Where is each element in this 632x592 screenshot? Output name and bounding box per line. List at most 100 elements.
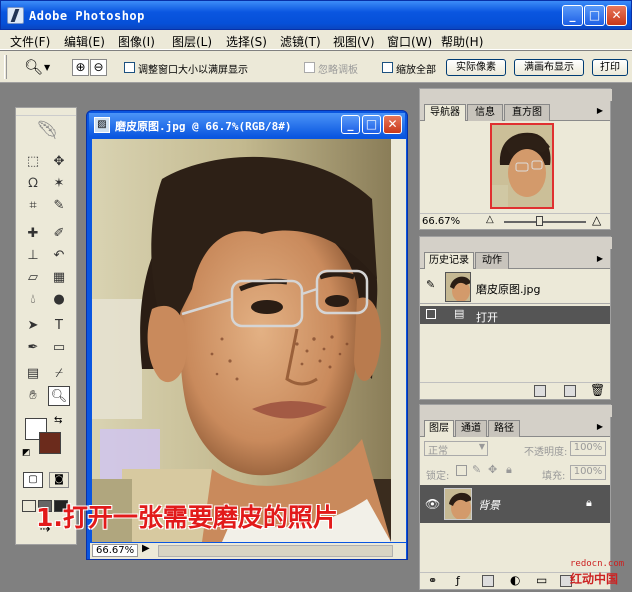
quick-mask-mode-icon[interactable]: ◙ — [49, 472, 69, 488]
resize-windows-checkbox[interactable] — [124, 62, 135, 73]
menu-select[interactable]: 选择(S) — [226, 33, 267, 50]
lock-position-icon[interactable]: ✥ — [488, 463, 497, 476]
photo-canvas[interactable] — [92, 139, 391, 542]
actual-pixels-button[interactable]: 实际像素 — [446, 59, 506, 76]
history-brush-source-icon[interactable]: ✎ — [426, 278, 435, 291]
minimize-button[interactable]: _ — [562, 5, 583, 26]
path-selection-tool-icon[interactable]: ➤ — [22, 316, 44, 336]
swap-colors-icon[interactable]: ⇆ — [54, 415, 62, 426]
standard-mode-icon[interactable]: ▢ — [23, 472, 43, 488]
zoom-tool-icon[interactable]: 🔍︎ — [24, 58, 43, 76]
tab-navigator[interactable]: 导航器 — [424, 104, 466, 121]
doc-close-button[interactable]: ✕ — [383, 115, 402, 134]
blur-tool-icon[interactable]: 💧︎ — [22, 290, 44, 310]
menu-image[interactable]: 图像(I) — [118, 33, 155, 50]
document-title: 磨皮原图.jpg @ 66.7%(RGB/8#) — [115, 120, 292, 133]
tab-paths[interactable]: 路径 — [488, 420, 520, 437]
lasso-tool-icon[interactable]: ᘯ — [22, 174, 44, 194]
layer-group-icon[interactable]: ▭ — [536, 573, 547, 587]
zoom-all-checkbox[interactable] — [382, 62, 393, 73]
new-snapshot-icon[interactable] — [564, 385, 576, 397]
resize-windows-label: 调整窗口大小以满屏显示 — [138, 65, 248, 76]
navigator-menu-icon[interactable]: ▶ — [594, 105, 606, 116]
menu-window[interactable]: 窗口(W) — [387, 33, 432, 50]
blend-mode-select[interactable]: 正常 ▼ — [424, 441, 488, 457]
navigator-zoom-slider[interactable] — [504, 221, 586, 223]
layer-style-icon[interactable]: ƒ — [456, 574, 460, 587]
horizontal-scrollbar[interactable] — [158, 545, 393, 557]
dodge-tool-icon[interactable]: ● — [48, 290, 70, 310]
menu-edit[interactable]: 编辑(E) — [64, 33, 105, 50]
history-brush-tool-icon[interactable]: ↶ — [48, 246, 70, 266]
navigator-slider-thumb[interactable] — [536, 216, 543, 226]
tab-actions[interactable]: 动作 — [475, 252, 509, 269]
adjustment-layer-icon[interactable]: ◐ — [510, 573, 520, 587]
layers-menu-icon[interactable]: ▶ — [594, 421, 606, 432]
move-tool-icon[interactable]: ✥ — [48, 152, 70, 172]
trash-icon[interactable]: 🗑︎ — [590, 383, 605, 397]
opacity-field[interactable]: 100% — [570, 441, 606, 456]
slice-tool-icon[interactable]: ✎ — [48, 196, 70, 216]
navigator-preview[interactable] — [490, 123, 554, 209]
history-state-checkbox[interactable] — [426, 309, 436, 319]
tool-preset-dropdown-icon[interactable]: ▼ — [44, 63, 50, 72]
history-footer: 🗑︎ — [420, 382, 610, 399]
history-snapshot-row[interactable]: ✎ 磨皮原图.jpg — [420, 270, 610, 304]
hand-tool-icon[interactable]: ✋︎ — [22, 386, 44, 406]
zoom-out-icon[interactable]: ⊖ — [90, 59, 107, 76]
layer-row-background[interactable]: 👁︎ 背景 🔒︎ — [420, 485, 610, 523]
menu-layer[interactable]: 图层(L) — [172, 33, 212, 50]
tab-histogram[interactable]: 直方图 — [504, 104, 550, 121]
lock-image-icon[interactable]: ✎ — [472, 463, 481, 476]
link-layers-icon[interactable]: ⚭ — [428, 574, 437, 587]
shape-tool-icon[interactable]: ▭ — [48, 338, 70, 358]
gradient-tool-icon[interactable]: ▦ — [48, 268, 70, 288]
zoom-tool-active-icon[interactable]: 🔍︎ — [48, 386, 70, 406]
tab-channels[interactable]: 通道 — [455, 420, 487, 437]
notes-tool-icon[interactable]: ▤ — [22, 364, 44, 384]
new-document-from-state-icon[interactable] — [534, 385, 546, 397]
lock-transparency-icon[interactable] — [456, 465, 467, 476]
doc-maximize-button[interactable]: □ — [362, 115, 381, 134]
menu-view[interactable]: 视图(V) — [333, 33, 375, 50]
status-menu-icon[interactable]: ▶ — [142, 543, 150, 554]
zoom-in-small-icon[interactable]: △ — [592, 213, 601, 227]
fit-screen-button[interactable]: 满画布显示 — [514, 59, 584, 76]
history-menu-icon[interactable]: ▶ — [594, 253, 606, 264]
menu-filter[interactable]: 滤镜(T) — [280, 33, 321, 50]
print-size-button[interactable]: 打印 — [592, 59, 628, 76]
default-colors-icon[interactable]: ◩ — [22, 448, 31, 458]
fill-label: 填充: — [542, 471, 566, 482]
magic-wand-tool-icon[interactable]: ✶ — [48, 174, 70, 194]
marquee-tool-icon[interactable]: ⬚ — [22, 152, 44, 172]
zoom-in-icon[interactable]: ⊕ — [72, 59, 89, 76]
tab-info[interactable]: 信息 — [467, 104, 503, 121]
menu-file[interactable]: 文件(F) — [10, 33, 50, 50]
doc-minimize-button[interactable]: _ — [341, 115, 360, 134]
healing-brush-tool-icon[interactable]: ✚ — [22, 224, 44, 244]
maximize-button[interactable]: □ — [584, 5, 605, 26]
crop-tool-icon[interactable]: ⌗ — [22, 196, 44, 216]
zoom-out-small-icon[interactable]: △ — [486, 214, 494, 225]
screen-mode-standard-icon[interactable] — [22, 500, 36, 512]
fill-field[interactable]: 100% — [570, 465, 606, 480]
document-zoom-field[interactable]: 66.67% — [92, 544, 139, 557]
layer-visibility-eye-icon[interactable]: 👁︎ — [425, 497, 440, 511]
lock-all-icon[interactable]: 🔒︎ — [506, 463, 512, 477]
background-color-swatch[interactable] — [39, 432, 61, 454]
navigator-zoom-value[interactable]: 66.67% — [422, 216, 460, 227]
tab-layers[interactable]: 图层 — [424, 420, 454, 437]
brush-tool-icon[interactable]: ✐ — [48, 224, 70, 244]
history-state-open[interactable]: ▤ 打开 — [420, 306, 610, 324]
eraser-tool-icon[interactable]: ▱ — [22, 268, 44, 288]
close-button[interactable]: ✕ — [606, 5, 627, 26]
type-tool-icon[interactable]: T — [48, 316, 70, 336]
menu-help[interactable]: 帮助(H) — [441, 33, 483, 50]
tab-history[interactable]: 历史记录 — [424, 252, 474, 269]
layer-mask-icon[interactable] — [482, 575, 494, 587]
eyedropper-tool-icon[interactable]: ⌿ — [48, 364, 70, 384]
vertical-scrollbar[interactable] — [391, 139, 406, 542]
pen-tool-icon[interactable]: ✒ — [22, 338, 44, 358]
clone-stamp-tool-icon[interactable]: ⊥ — [22, 246, 44, 266]
ignore-palettes-checkbox[interactable] — [304, 62, 315, 73]
